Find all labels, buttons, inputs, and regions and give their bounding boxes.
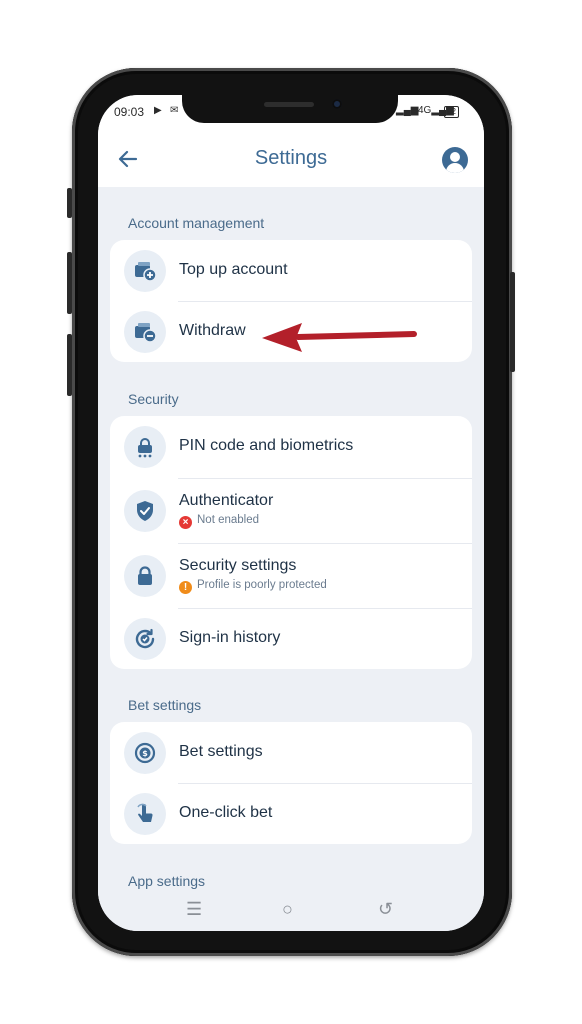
tap-icon: [124, 792, 166, 835]
status-text: Profile is poorly protected: [197, 579, 327, 591]
error-icon: ×: [179, 516, 192, 529]
message-icon: ✉: [170, 105, 179, 116]
menu-item-label: Authenticator: [179, 492, 274, 509]
wallet-minus-icon: [124, 310, 166, 353]
menu-item-authenticator[interactable]: Authenticator × Not enabled: [110, 478, 472, 543]
screen: 09:03 ▶ ✉ ▂▄▆ 4G▂▄▆ 82 Settings Account …: [98, 95, 484, 931]
battery-level: 82: [447, 107, 456, 116]
security-card: PIN code and biometrics Authenticator × N…: [110, 416, 472, 669]
lock-icon: [124, 554, 166, 597]
status-time: 09:03: [114, 105, 145, 119]
play-icon: ▶: [154, 105, 162, 116]
wallet-plus-icon: [124, 249, 166, 292]
side-button-left-2: [67, 252, 72, 314]
menu-item-label: Top up account: [179, 261, 288, 278]
status-poorly-protected: ! Profile is poorly protected: [179, 579, 327, 594]
menu-item-top-up-account[interactable]: Top up account: [110, 240, 472, 301]
speaker: [264, 102, 314, 107]
status-bar: 09:03 ▶ ✉ ▂▄▆ 4G▂▄▆ 82: [98, 95, 484, 131]
bet-settings-card: $ Bet settings One-click bet: [110, 722, 472, 844]
menu-item-sign-in-history[interactable]: Sign-in history: [110, 608, 472, 669]
system-nav-bar: ☰ ○ ↺: [98, 889, 484, 931]
status-not-enabled: × Not enabled: [179, 514, 259, 529]
back-nav-icon[interactable]: ↺: [378, 899, 393, 920]
section-title-account-management: Account management: [128, 215, 265, 231]
notch: [182, 95, 398, 123]
section-title-security: Security: [128, 391, 179, 407]
red-arrow-pointer: [262, 323, 417, 352]
side-button-right: [510, 272, 515, 372]
svg-text:$: $: [142, 749, 148, 758]
menu-item-bet-settings[interactable]: $ Bet settings: [110, 722, 472, 783]
history-icon: [124, 617, 166, 660]
menu-item-label: Security settings: [179, 557, 297, 574]
menu-item-security-settings[interactable]: Security settings ! Profile is poorly pro…: [110, 543, 472, 608]
battery-icon: 82: [444, 106, 459, 118]
signal-icon: ▂▄▆: [396, 105, 419, 116]
menu-item-pin-code-and-biometrics[interactable]: PIN code and biometrics: [110, 416, 472, 478]
side-button-left-3: [67, 334, 72, 396]
app-bar: Settings: [98, 131, 484, 187]
menu-item-label: Withdraw: [179, 322, 246, 339]
menu-item-label: Sign-in history: [179, 629, 281, 646]
lock-keypad-icon: [124, 426, 166, 468]
menu-item-label: One-click bet: [179, 804, 273, 821]
menu-item-label: Bet settings: [179, 743, 263, 760]
section-title-app-settings: App settings: [128, 873, 206, 889]
warning-icon: !: [179, 581, 192, 594]
page-title: Settings: [254, 147, 328, 169]
camera: [332, 99, 342, 109]
section-title-bet-settings: Bet settings: [128, 697, 202, 713]
shield-check-icon: [124, 489, 166, 532]
user-circle-icon[interactable]: [442, 147, 468, 173]
menu-icon[interactable]: ☰: [186, 899, 202, 920]
menu-item-one-click-bet[interactable]: One-click bet: [110, 783, 472, 844]
menu-item-label: PIN code and biometrics: [179, 437, 354, 454]
status-text: Not enabled: [197, 514, 260, 526]
coin-dollar-icon: $: [124, 731, 166, 774]
home-icon[interactable]: ○: [282, 899, 293, 920]
side-button-left-1: [67, 188, 72, 218]
